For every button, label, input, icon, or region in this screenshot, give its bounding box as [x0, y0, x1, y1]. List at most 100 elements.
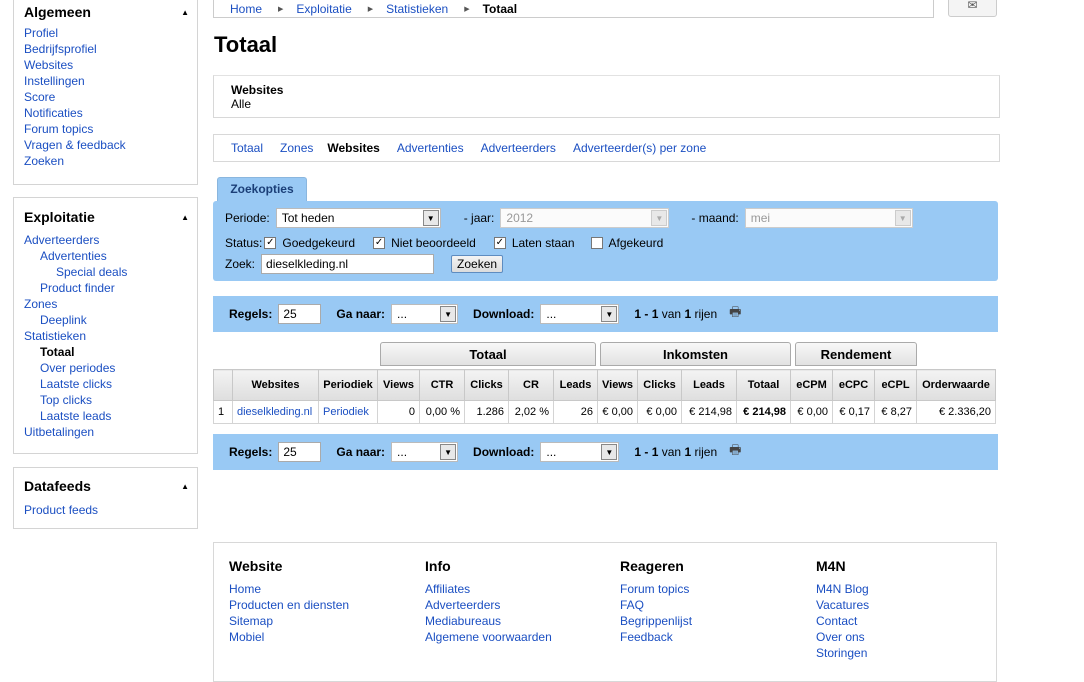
footer-link-item[interactable]: Forum topics [620, 581, 692, 597]
sidebar-exploitatie-header[interactable]: Exploitatie ▲ [14, 209, 197, 225]
cell-periodiek-link[interactable]: Periodiek [318, 400, 378, 424]
sidebar-item-top-clicks[interactable]: Top clicks [24, 392, 187, 408]
sidebar-link[interactable]: Zones [24, 297, 57, 311]
footer-link-item[interactable]: Mobiel [229, 629, 349, 645]
footer-link-item[interactable]: Vacatures [816, 597, 869, 613]
sidebar-item-instellingen[interactable]: Instellingen [24, 73, 187, 89]
periode-select[interactable]: Tot heden ▼ [275, 208, 441, 228]
sidebar-item-laatste-leads[interactable]: Laatste leads [24, 408, 187, 424]
download-select[interactable]: ... ▼ [540, 304, 620, 324]
footer-link[interactable]: M4N Blog [816, 582, 869, 596]
niet-beoordeeld-checkbox[interactable]: ✓ [373, 237, 386, 249]
footer-link[interactable]: Adverteerders [425, 598, 500, 612]
laten-staan-checkbox[interactable]: ✓ [493, 237, 506, 249]
footer-link[interactable]: Feedback [620, 630, 673, 644]
sidebar-link[interactable]: Bedrijfsprofiel [24, 42, 97, 56]
tab-zones[interactable]: Zones [280, 141, 313, 155]
goedgekeurd-checkbox[interactable]: ✓ [264, 237, 277, 249]
footer-link[interactable]: Algemene voorwaarden [425, 630, 552, 644]
footer-link-item[interactable]: Mediabureaus [425, 613, 552, 629]
jaar-select[interactable]: 2012 ▼ [500, 208, 670, 228]
col-ctr[interactable]: CTR [419, 369, 465, 401]
sidebar-item-vragen-feedback[interactable]: Vragen & feedback [24, 137, 187, 153]
sidebar-item-profiel[interactable]: Profiel [24, 25, 187, 41]
sidebar-link[interactable]: Advertenties [40, 249, 107, 263]
sidebar-link[interactable]: Score [24, 90, 55, 104]
zoeken-button[interactable]: Zoeken [451, 255, 504, 273]
footer-link-item[interactable]: Feedback [620, 629, 692, 645]
mail-button[interactable]: ✉ [948, 0, 997, 17]
breadcrumb-statistieken[interactable]: Statistieken [386, 2, 448, 16]
print-icon[interactable]: 🖶 [729, 303, 741, 325]
sidebar-item-special-deals[interactable]: Special deals [24, 264, 187, 280]
sidebar-link[interactable]: Statistieken [24, 329, 86, 343]
sidebar-link[interactable]: Product finder [40, 281, 115, 295]
tab-adverteerder-per-zone[interactable]: Adverteerder(s) per zone [573, 141, 706, 155]
sidebar-item-bedrijfsprofiel[interactable]: Bedrijfsprofiel [24, 41, 187, 57]
sidebar-item-laatste-clicks[interactable]: Laatste clicks [24, 376, 187, 392]
col-ecpc[interactable]: eCPC [832, 369, 875, 401]
sidebar-item-statistieken[interactable]: Statistieken [24, 328, 187, 344]
footer-link[interactable]: Affiliates [425, 582, 470, 596]
print-icon[interactable]: 🖶 [729, 441, 741, 463]
footer-link-item[interactable]: Algemene voorwaarden [425, 629, 552, 645]
tab-websites[interactable]: Websites [327, 141, 379, 155]
footer-link[interactable]: Home [229, 582, 261, 596]
footer-link-item[interactable]: Producten en diensten [229, 597, 349, 613]
ganaar-select[interactable]: ... ▼ [391, 304, 459, 324]
collapse-icon[interactable]: ▲ [181, 482, 189, 491]
regels-input[interactable]: 25 [278, 442, 322, 462]
col-clicks[interactable]: Clicks [464, 369, 509, 401]
sidebar-item-product-finder[interactable]: Product finder [24, 280, 187, 296]
zoek-input[interactable]: dieselkleding.nl [261, 254, 435, 274]
sidebar-link[interactable]: Websites [24, 58, 73, 72]
footer-link[interactable]: FAQ [620, 598, 644, 612]
footer-link-item[interactable]: Adverteerders [425, 597, 552, 613]
sidebar-item-over-periodes[interactable]: Over periodes [24, 360, 187, 376]
sidebar-item-websites[interactable]: Websites [24, 57, 187, 73]
footer-link[interactable]: Begrippenlijst [620, 614, 692, 628]
sidebar-link[interactable]: Uitbetalingen [24, 425, 94, 439]
sidebar-link[interactable]: Adverteerders [24, 233, 99, 247]
footer-link-item[interactable]: Home [229, 581, 349, 597]
tab-advertenties[interactable]: Advertenties [397, 141, 464, 155]
sidebar-link[interactable]: Deeplink [40, 313, 87, 327]
sidebar-link[interactable]: Vragen & feedback [24, 138, 126, 152]
footer-link[interactable]: Storingen [816, 646, 867, 660]
col-cr[interactable]: CR [508, 369, 554, 401]
sidebar-item-product-feeds[interactable]: Product feeds [24, 502, 187, 518]
col-ecpl[interactable]: eCPL [874, 369, 917, 401]
footer-link-item[interactable]: Contact [816, 613, 869, 629]
sidebar-item-totaal[interactable]: Totaal [24, 344, 187, 360]
footer-link[interactable]: Over ons [816, 630, 865, 644]
sidebar-link[interactable]: Forum topics [24, 122, 93, 136]
footer-link[interactable]: Contact [816, 614, 857, 628]
breadcrumb-exploitatie[interactable]: Exploitatie [296, 2, 351, 16]
col-periodiek[interactable]: Periodiek [318, 369, 378, 401]
sidebar-link[interactable]: Zoeken [24, 154, 64, 168]
maand-select[interactable]: mei ▼ [744, 208, 913, 228]
footer-link-item[interactable]: Over ons [816, 629, 869, 645]
sidebar-item-notificaties[interactable]: Notificaties [24, 105, 187, 121]
tab-adverteerders[interactable]: Adverteerders [481, 141, 556, 155]
sidebar-link[interactable]: Laatste clicks [40, 377, 112, 391]
footer-link[interactable]: Vacatures [816, 598, 869, 612]
sidebar-item-score[interactable]: Score [24, 89, 187, 105]
footer-link[interactable]: Producten en diensten [229, 598, 349, 612]
sidebar-item-zones[interactable]: Zones [24, 296, 187, 312]
sidebar-link[interactable]: Special deals [56, 265, 127, 279]
sidebar-algemeen-header[interactable]: Algemeen ▲ [14, 4, 197, 20]
cell-website-link[interactable]: dieselkleding.nl [232, 400, 319, 424]
col-leads[interactable]: Leads [553, 369, 598, 401]
sidebar-link[interactable]: Notificaties [24, 106, 83, 120]
col-websites[interactable]: Websites [232, 369, 319, 401]
sidebar-item-adverteerders[interactable]: Adverteerders [24, 232, 187, 248]
footer-link-item[interactable]: Storingen [816, 645, 869, 661]
sidebar-item-advertenties[interactable]: Advertenties [24, 248, 187, 264]
footer-link-item[interactable]: Sitemap [229, 613, 349, 629]
website-link[interactable]: dieselkleding.nl [237, 406, 312, 418]
sidebar-item-deeplink[interactable]: Deeplink [24, 312, 187, 328]
footer-link-item[interactable]: Affiliates [425, 581, 552, 597]
sidebar-item-forum-topics[interactable]: Forum topics [24, 121, 187, 137]
periodiek-link[interactable]: Periodiek [323, 406, 369, 418]
